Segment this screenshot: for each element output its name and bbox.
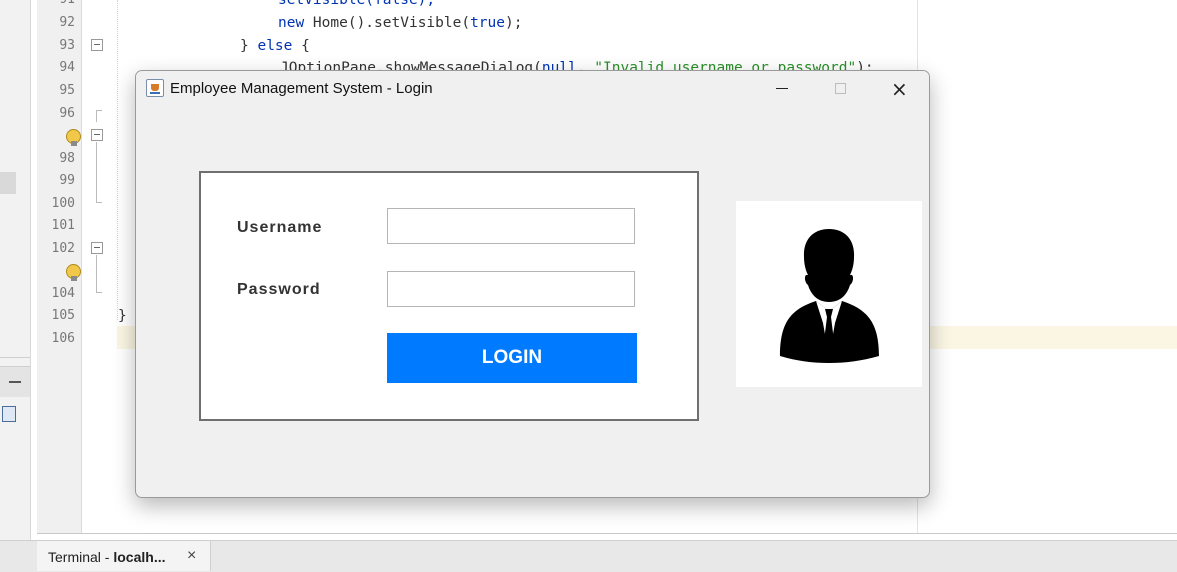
avatar: [736, 201, 922, 387]
java-cup-icon: [146, 79, 164, 97]
dialog-title: Employee Management System - Login: [170, 80, 433, 97]
login-dialog: Employee Management System - Login × Use…: [135, 70, 930, 498]
fold-guide: [96, 110, 97, 122]
password-input[interactable]: [387, 271, 635, 307]
line-number: 99: [59, 173, 75, 188]
line-number: 104: [51, 286, 75, 301]
lightbulb-warning-icon[interactable]: [66, 264, 81, 281]
terminal-tab-label: Terminal - localh...: [48, 549, 166, 565]
code-line: new Home().setVisible(true);: [278, 15, 523, 31]
line-number: 93: [59, 38, 75, 53]
code-line: } else {: [240, 38, 310, 54]
fold-guide: [96, 142, 97, 202]
close-button[interactable]: ×: [870, 71, 927, 107]
line-number: 101: [51, 218, 75, 233]
line-number: 100: [51, 196, 75, 211]
close-tab-icon[interactable]: ×: [187, 547, 196, 565]
lightbulb-warning-icon[interactable]: [66, 129, 81, 146]
fold-guide: [96, 110, 102, 111]
maximize-button[interactable]: [812, 71, 869, 107]
left-strip-selection: [0, 172, 16, 194]
fold-guide: [96, 292, 102, 293]
line-number: 96: [59, 106, 75, 121]
password-label: Password: [237, 281, 321, 298]
maximize-icon: [835, 83, 846, 94]
terminal-tab[interactable]: Terminal - localh... ×: [37, 541, 211, 571]
minimize-icon: [776, 88, 788, 89]
line-number: 91: [59, 0, 75, 7]
panel-toolbar-icon[interactable]: [2, 406, 16, 422]
fold-toggle-icon[interactable]: [91, 242, 103, 254]
indent-guide: [117, 0, 119, 320]
businessman-silhouette-icon: [780, 229, 879, 363]
dialog-titlebar[interactable]: Employee Management System - Login ×: [136, 71, 929, 107]
fold-toggle-icon[interactable]: [91, 129, 103, 141]
left-strip-divider: [0, 357, 30, 358]
username-label: Username: [237, 219, 323, 236]
code-line: }: [118, 308, 127, 324]
line-number: 106: [51, 331, 75, 346]
username-input[interactable]: [387, 208, 635, 244]
fold-guide: [96, 202, 102, 203]
line-number: 92: [59, 15, 75, 30]
editor-bottom-border: [37, 533, 1177, 534]
line-number: 95: [59, 83, 75, 98]
fold-toggle-icon[interactable]: [91, 39, 103, 51]
line-number: 102: [51, 241, 75, 256]
ide-left-strip: [0, 0, 31, 540]
close-icon: ×: [891, 77, 908, 101]
line-number: 105: [51, 308, 75, 323]
fold-guide: [96, 255, 97, 292]
minimize-panel-button[interactable]: [0, 366, 30, 397]
code-line: setVisible(false);: [278, 0, 436, 8]
minimize-button[interactable]: [754, 71, 811, 107]
line-number: 94: [59, 60, 75, 75]
login-button[interactable]: LOGIN: [387, 333, 637, 383]
line-number: 98: [59, 151, 75, 166]
login-form-panel: Username Password LOGIN: [199, 171, 699, 421]
